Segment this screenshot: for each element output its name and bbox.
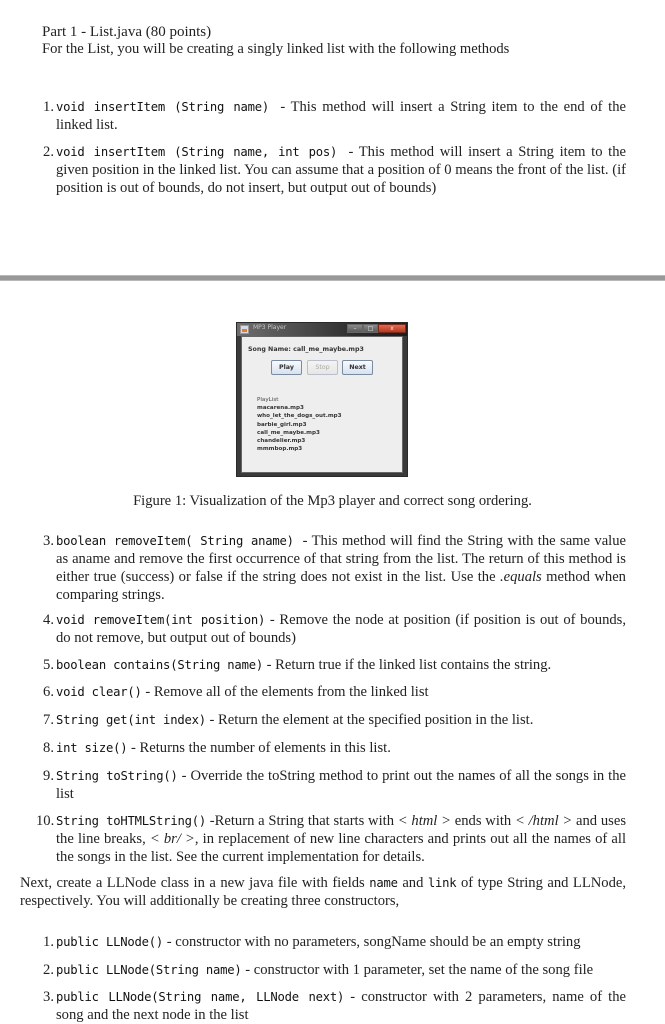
play-button[interactable]: Play — [271, 360, 302, 375]
item-body: String toString() - Override the toStrin… — [56, 767, 626, 803]
item-number: 3. — [43, 533, 54, 549]
item-body: boolean removeItem( String aname) - This… — [56, 532, 626, 604]
playlist-item[interactable]: mmmbop.mp3 — [257, 445, 342, 453]
llnode-intro-text: and — [402, 875, 424, 891]
item-body: String get(int index) - Return the eleme… — [56, 711, 626, 729]
llnode-intro: Next, create a LLNode class in a new jav… — [20, 874, 626, 910]
method-description: ends with — [454, 813, 512, 829]
item-number: 2. — [43, 144, 54, 160]
item-number: 7. — [43, 712, 54, 728]
item-body: void removeItem(int position) - Remove t… — [56, 611, 626, 647]
br-tag: < br/ > — [149, 831, 195, 847]
window-title: MP3 Player — [253, 324, 287, 331]
method-signature: String toString() — [56, 769, 178, 783]
item-number: 9. — [43, 768, 54, 784]
method-signature: boolean removeItem( String aname) — [56, 534, 294, 548]
method-emphasis: .equals — [499, 569, 542, 585]
html-close-tag: < /html > — [515, 813, 573, 829]
method-description: -Return a String that starts with — [209, 813, 395, 829]
maximize-button[interactable]: □ — [363, 324, 378, 333]
mp3-player-window: MP3 Player – □ x Song Name: call_me_mayb… — [236, 322, 408, 477]
item-number: 4. — [43, 612, 54, 628]
method-signature: void removeItem(int position) — [56, 613, 266, 627]
field-link: link — [427, 876, 457, 890]
html-open-tag: < html > — [397, 813, 451, 829]
window-content: Song Name: call_me_maybe.mp3 Play Stop N… — [241, 336, 403, 473]
item-number: 10. — [36, 813, 55, 829]
method-description: - Return true if the linked list contain… — [266, 657, 552, 673]
playlist-item[interactable]: call_me_maybe.mp3 — [257, 429, 342, 437]
playlist-header: PlayList — [257, 397, 279, 403]
window-title-bar[interactable]: MP3 Player – □ x — [237, 323, 407, 336]
constructor-signature: public LLNode(String name) — [56, 963, 242, 977]
method-signature: boolean contains(String name) — [56, 658, 263, 672]
figure-caption: Figure 1: Visualization of the Mp3 playe… — [133, 493, 532, 509]
constructor-signature: public LLNode() — [56, 935, 164, 949]
item-body: void insertItem (String name, int pos) -… — [56, 143, 626, 197]
item-body: public LLNode() - constructor with no pa… — [56, 933, 626, 951]
item-body: void clear() - Remove all of the element… — [56, 683, 626, 701]
minimize-button[interactable]: – — [347, 324, 363, 333]
method-signature: String get(int index) — [56, 713, 206, 727]
section-intro: For the List, you will be creating a sin… — [42, 41, 510, 57]
item-number: 1. — [43, 99, 54, 115]
method-description: - Return the element at the specified po… — [209, 712, 534, 728]
item-body: String toHTMLString() -Return a String t… — [56, 812, 626, 866]
constructor-description: - constructor with no parameters, songNa… — [166, 934, 581, 950]
method-description: - Returns the number of elements in this… — [131, 740, 391, 756]
item-body: public LLNode(String name) - constructor… — [56, 961, 626, 979]
item-number: 6. — [43, 684, 54, 700]
method-signature: int size() — [56, 741, 128, 755]
item-number: 1. — [43, 934, 54, 950]
item-body: int size() - Returns the number of eleme… — [56, 739, 626, 757]
method-signature: void insertItem (String name, int pos) — [56, 145, 338, 159]
close-button[interactable]: x — [378, 324, 406, 333]
next-button[interactable]: Next — [342, 360, 373, 375]
playlist-item[interactable]: barbie_girl.mp3 — [257, 421, 342, 429]
song-name-label: Song Name: call_me_maybe.mp3 — [248, 346, 364, 353]
item-body: public LLNode(String name, LLNode next) … — [56, 988, 626, 1024]
field-name: name — [369, 876, 398, 890]
method-description: - Remove all of the elements from the li… — [145, 684, 429, 700]
item-number: 3. — [43, 989, 54, 1005]
method-signature: String toHTMLString() — [56, 814, 207, 828]
item-number: 8. — [43, 740, 54, 756]
constructor-signature: public LLNode(String name, LLNode next) — [56, 990, 345, 1004]
item-body: void insertItem (String name) - This met… — [56, 98, 626, 134]
method-signature: void insertItem (String name) — [56, 100, 270, 114]
llnode-intro-text: Next, create a LLNode class in a new jav… — [20, 875, 365, 891]
item-body: boolean contains(String name) - Return t… — [56, 656, 626, 674]
page-separator — [0, 275, 665, 281]
section-title: Part 1 - List.java (80 points) — [42, 24, 212, 40]
method-signature: void clear() — [56, 685, 142, 699]
playlist-item[interactable]: who_let_the_dogs_out.mp3 — [257, 412, 342, 420]
java-app-icon — [240, 325, 249, 334]
stop-button[interactable]: Stop — [307, 360, 338, 375]
item-number: 5. — [43, 657, 54, 673]
playlist: PlayList macarena.mp3 who_let_the_dogs_o… — [257, 396, 342, 453]
constructor-description: - constructor with 1 parameter, set the … — [245, 962, 594, 978]
playlist-item[interactable]: macarena.mp3 — [257, 404, 342, 412]
item-number: 2. — [43, 962, 54, 978]
playlist-item[interactable]: chandelier.mp3 — [257, 437, 342, 445]
